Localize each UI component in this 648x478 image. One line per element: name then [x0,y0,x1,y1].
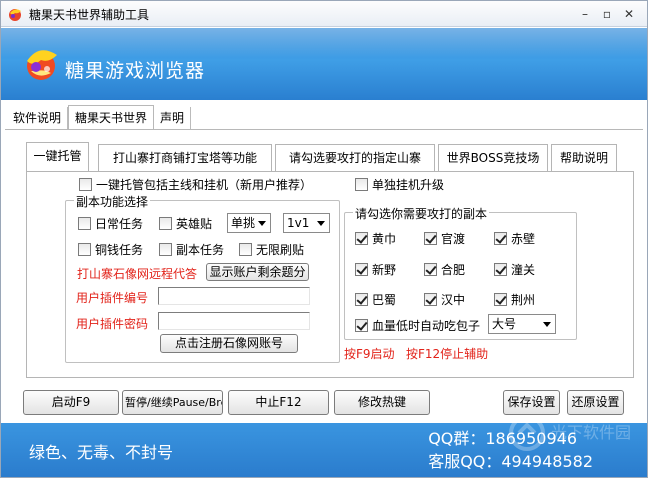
hotkey-hint: 按F9启动 按F12停止辅助 [344,347,489,361]
show-remaining-points-button[interactable]: 显示账户剩余题分 [206,263,309,281]
mode-select[interactable]: 单挑 [227,213,271,233]
target-tongguan-checkbox[interactable]: 潼关 [494,261,535,278]
tab-statement[interactable]: 声明 [154,107,192,129]
bun-size-select[interactable]: 大号 [488,314,556,334]
top-tab-bar: 软件说明 糖果天书世界 声明 [7,105,192,129]
solo-idle-checkbox[interactable]: 单独挂机升级 [355,176,444,193]
target-hanzhong-checkbox[interactable]: 汉中 [424,291,465,308]
chevron-down-icon [543,322,551,327]
coin-task-checkbox[interactable]: 铜钱任务 [78,241,143,258]
dungeon-task-checkbox[interactable]: 副本任务 [159,241,224,258]
register-account-button[interactable]: 点击注册石像网账号 [160,334,298,353]
auto-eat-bun-checkbox[interactable]: 血量低时自动吃包子 [355,317,480,334]
target-guandu-checkbox[interactable]: 官渡 [424,230,465,247]
tab-world-boss-arena[interactable]: 世界BOSS竞技场 [438,144,548,172]
banner-title: 糖果游戏浏览器 [65,60,206,82]
watermark-logo-icon [509,415,545,451]
window-title: 糖果天书世界辅助工具 [29,8,150,22]
watermark: 光下软件园 [507,411,647,455]
vs-select[interactable]: 1v1 [283,213,330,233]
group-title: 副本功能选择 [74,193,151,210]
target-xinye-checkbox[interactable]: 新野 [355,261,396,278]
target-chibi-checkbox[interactable]: 赤壁 [494,230,535,247]
checkbox-box[interactable] [355,178,368,191]
daily-task-checkbox[interactable]: 日常任务 [78,215,143,232]
stop-button[interactable]: 中止F12 [228,390,329,415]
candy-logo-icon [27,50,57,80]
plugin-id-label: 用户插件编号 [76,291,149,305]
tab-help[interactable]: 帮助说明 [551,144,617,172]
tab-one-click-hosting[interactable]: 一键托管 [26,142,89,172]
tab-tianshu-world[interactable]: 糖果天书世界 [68,105,155,129]
plugin-password-label: 用户插件密码 [76,317,149,331]
main-line-checkbox[interactable]: 一键托管包括主线和挂机（新用户推荐） [79,176,312,193]
modify-hotkey-button[interactable]: 修改热键 [334,390,430,415]
group-title: 请勾选你需要攻打的副本 [353,205,490,222]
chevron-down-icon [317,221,325,226]
restore-icon[interactable]: ▫ [597,5,617,23]
target-bashu-checkbox[interactable]: 巴蜀 [355,291,396,308]
tab-select-strongholds[interactable]: 请勾选要攻打的指定山寨 [275,144,435,172]
candy-app-icon [9,9,21,21]
app-window: 糖果天书世界辅助工具 – ▫ ✕ 糖果游戏浏览器 软件说明 糖果天书世界 声明 … [0,0,648,478]
plugin-password-input[interactable] [158,312,310,330]
footer-slogan: 绿色、无毒、不封号 [29,443,174,462]
checkbox-box[interactable] [79,178,92,191]
chevron-down-icon [258,221,266,226]
header-banner: 糖果游戏浏览器 [1,28,647,100]
pause-resume-button[interactable]: 暂停/继续Pause/Break [122,390,223,415]
minimize-icon[interactable]: – [575,5,595,23]
target-huangjin-checkbox[interactable]: 黄巾 [355,230,396,247]
target-hefei-checkbox[interactable]: 合肥 [424,261,465,278]
plugin-id-input[interactable] [158,287,310,305]
remote-answer-label: 打山寨石像网远程代答 [77,267,198,281]
close-icon[interactable]: ✕ [619,5,639,23]
target-jingzhou-checkbox[interactable]: 荆州 [494,291,535,308]
start-button[interactable]: 启动F9 [23,390,119,415]
hero-post-checkbox[interactable]: 英雄贴 [159,215,212,232]
tab-software-info[interactable]: 软件说明 [7,107,69,129]
infinite-post-checkbox[interactable]: 无限刷贴 [239,241,304,258]
title-bar[interactable]: 糖果天书世界辅助工具 – ▫ ✕ [1,1,647,27]
tab-raid-functions[interactable]: 打山寨打商铺打宝塔等功能 [98,144,272,172]
